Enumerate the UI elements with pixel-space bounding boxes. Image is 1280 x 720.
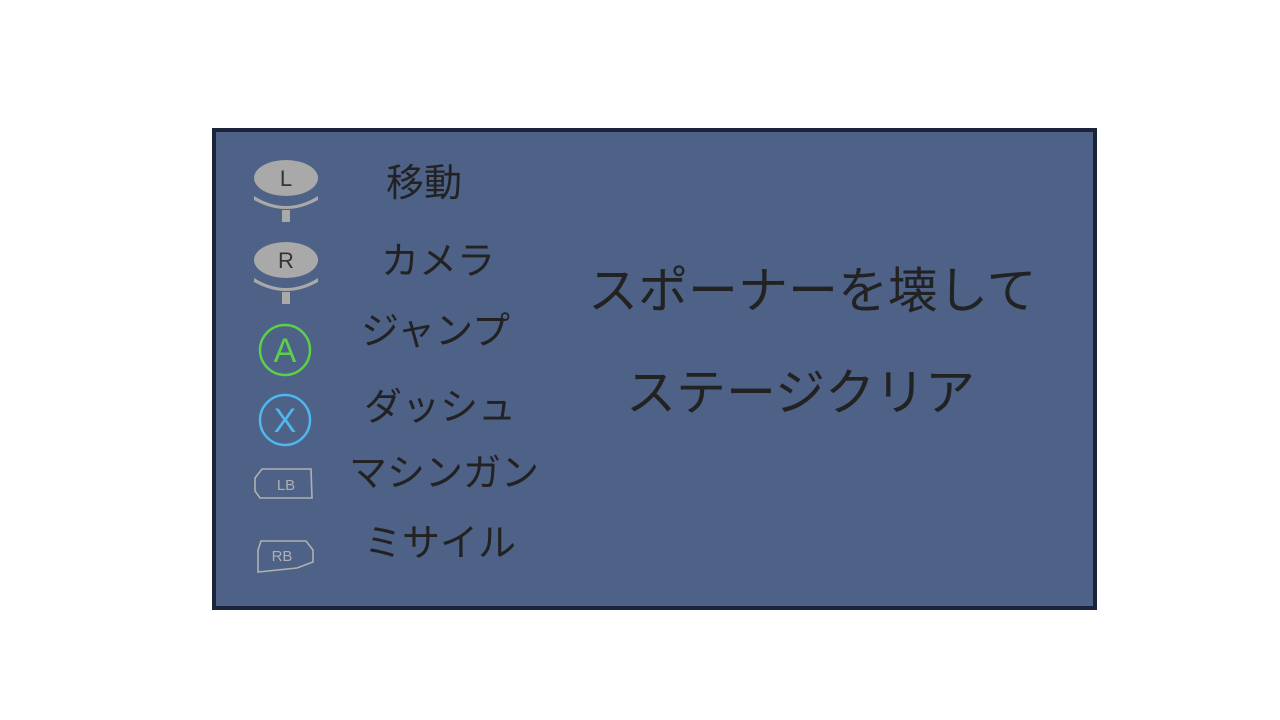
a-button-letter: A [274,332,297,370]
lb-button-letters: LB [277,477,295,494]
control-label-jump: ジャンプ [361,309,510,353]
lb-button-icon: LB [254,468,313,499]
right-stick-letter: R [278,248,294,273]
x-button-icon: X [258,393,312,447]
left-stick-icon: L [254,160,318,222]
rb-button-letters: RB [272,548,293,565]
x-button-letter: X [274,402,297,440]
objective-line-1: スポーナーを壊して [588,262,1037,320]
control-label-missile: ミサイル [364,521,517,565]
control-label-dash: ダッシュ [364,385,517,429]
controls-panel: L 移動 R カメラ A ジャンプ X ダッシュ LB マシンガン RB ミサイ… [212,128,1097,610]
control-label-machine-gun: マシンガン [349,451,540,495]
objective-line-2: ステージクリア [626,364,975,422]
rb-button-icon: RB [257,540,314,573]
right-stick-icon: R [254,242,318,304]
a-button-icon: A [258,323,312,377]
control-label-camera: カメラ [381,239,496,283]
left-stick-letter: L [280,166,292,191]
control-label-move: 移動 [386,161,463,205]
